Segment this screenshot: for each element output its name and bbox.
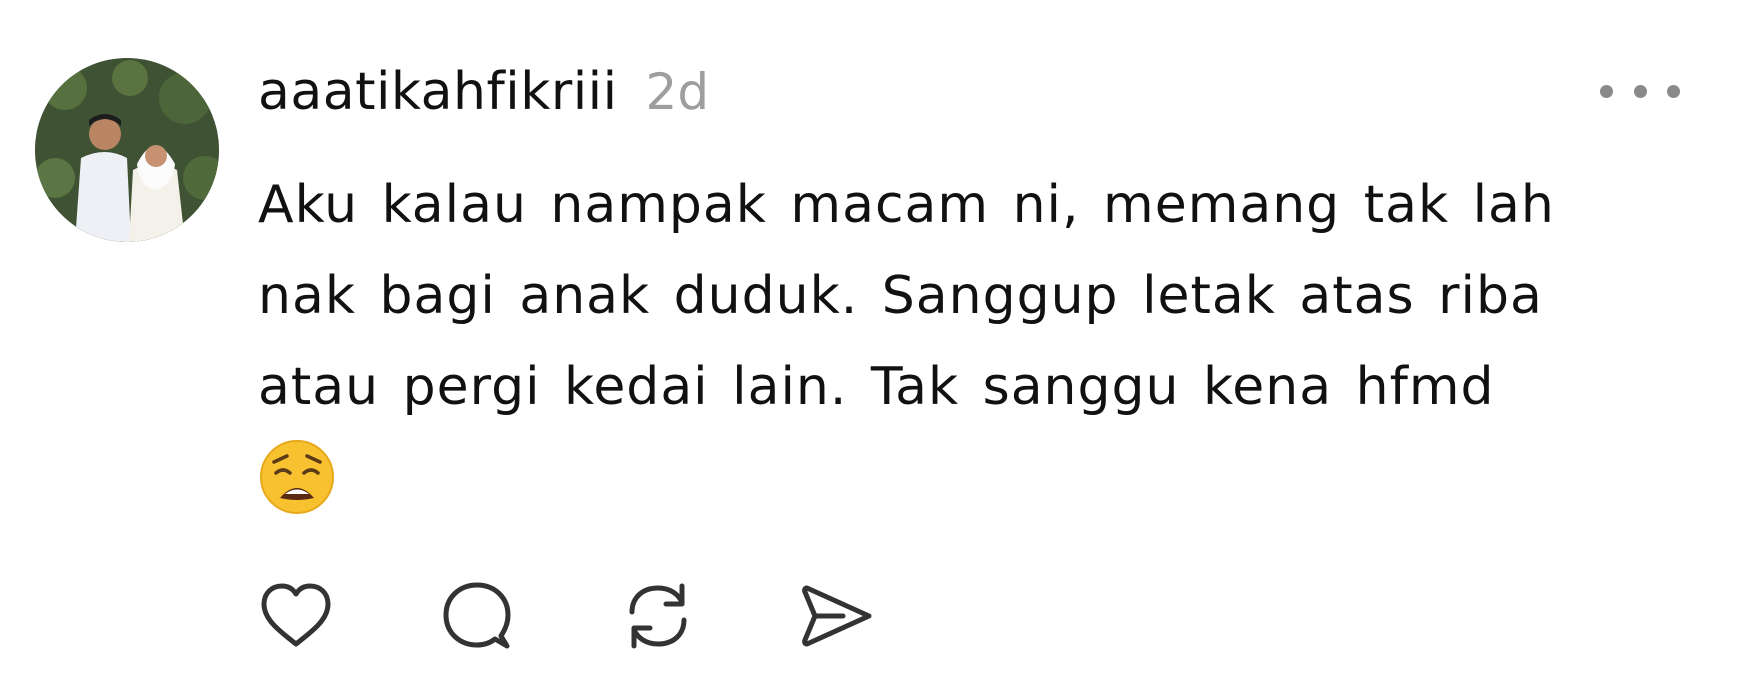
heart-icon [261, 583, 331, 647]
share-button[interactable] [799, 578, 875, 654]
comment-button[interactable] [439, 578, 515, 654]
repost-button[interactable] [620, 578, 696, 654]
more-options-button[interactable] [1600, 76, 1680, 106]
repost-icon [629, 583, 687, 649]
more-horizontal-icon-dot [1667, 84, 1680, 98]
more-horizontal-icon-dot [1633, 84, 1647, 98]
avatar-image [35, 58, 219, 242]
post-header: aaatikahfikriii 2d [258, 62, 709, 132]
username[interactable]: aaatikahfikriii [258, 62, 618, 122]
comment-bubble-icon [443, 582, 511, 649]
weary-face-icon [258, 438, 336, 516]
thread-post: aaatikahfikriii 2d Aku kalau nampak maca… [0, 0, 1739, 700]
like-button[interactable] [258, 578, 334, 654]
avatar[interactable] [35, 58, 219, 242]
timestamp[interactable]: 2d [646, 63, 710, 121]
send-icon [802, 585, 872, 647]
more-horizontal-icon [1600, 84, 1613, 98]
post-text: Aku kalau nampak macam ni, memang tak la… [258, 175, 1555, 417]
